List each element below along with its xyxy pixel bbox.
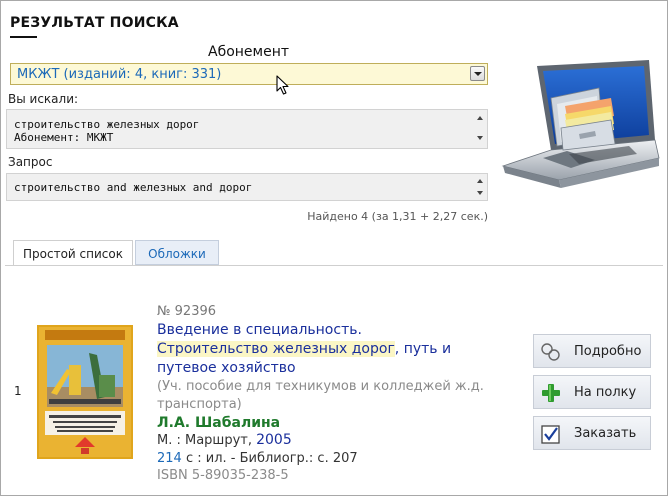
- record-title-line-3: путевое хозяйство: [157, 360, 296, 376]
- record-title[interactable]: Введение в специальность. Строительство …: [157, 321, 507, 378]
- laptop-catalog-icon: [501, 60, 660, 188]
- checkbox-icon: [541, 425, 560, 444]
- tab-simple-list[interactable]: Простой список: [13, 240, 133, 266]
- record-number: № 92396: [157, 304, 217, 319]
- tab-divider: [5, 265, 663, 266]
- page-title: РЕЗУЛЬТАТ ПОИСКА: [10, 15, 179, 31]
- book-cover-image[interactable]: [37, 325, 133, 459]
- record-title-highlight: Строительство железных дорог: [157, 341, 395, 357]
- record-isbn: ISBN 5-89035-238-5: [157, 468, 289, 483]
- scroll-down-icon[interactable]: [477, 136, 483, 140]
- cursor-icon: [276, 75, 289, 95]
- record-publisher: М. : Маршрут, 2005: [157, 431, 292, 450]
- details-button[interactable]: Подробно: [533, 334, 651, 368]
- record-note-line-1: (Уч. пособие для техникумов и колледжей …: [157, 379, 484, 394]
- scroll-up-icon[interactable]: [477, 179, 483, 183]
- query-label: Запрос: [8, 155, 53, 169]
- subscription-label: Абонемент: [208, 44, 290, 60]
- query-textbox[interactable]: строительство and железных and дорог: [6, 173, 488, 201]
- scroll-down-icon[interactable]: [477, 191, 483, 195]
- chevron-down-icon[interactable]: [470, 66, 485, 81]
- record-title-line-1: Введение в специальность.: [157, 322, 362, 338]
- query-text: строительство and железных and дорог: [14, 181, 253, 194]
- record-note-line-2: транспорта): [157, 397, 242, 412]
- glasses-icon: [541, 343, 560, 361]
- found-count: Найдено 4 (за 1,31 + 2,27 сек.): [307, 210, 488, 223]
- result-index: 1: [14, 384, 22, 398]
- details-button-label: Подробно: [574, 344, 642, 359]
- order-button-label: Заказать: [574, 426, 637, 441]
- searched-textbox[interactable]: строительство железных дорог Абонемент: …: [6, 109, 488, 149]
- subscription-select[interactable]: МКЖТ (изданий: 4, книг: 331): [10, 63, 488, 85]
- record-publisher-text: М. : Маршрут,: [157, 433, 257, 448]
- tab-covers[interactable]: Обложки: [135, 240, 219, 265]
- add-to-shelf-label: На полку: [574, 385, 637, 400]
- record-title-rest: , путь и: [394, 341, 452, 357]
- searched-line-1: строительство железных дорог: [14, 118, 200, 131]
- record-year[interactable]: 2005: [256, 432, 292, 448]
- record-note: (Уч. пособие для техникумов и колледжей …: [157, 378, 517, 414]
- title-underline: [10, 36, 37, 38]
- scroll-up-icon[interactable]: [477, 116, 483, 120]
- add-to-shelf-button[interactable]: На полку: [533, 375, 651, 409]
- searched-label: Вы искали:: [8, 92, 79, 106]
- order-button[interactable]: Заказать: [533, 416, 651, 450]
- record-pages-rest: с : ил. - Библиогр.: с. 207: [181, 451, 358, 466]
- plus-icon: [542, 384, 560, 402]
- searched-line-2: Абонемент: МКЖТ: [14, 131, 114, 144]
- record-page-count[interactable]: 214: [157, 451, 182, 466]
- subscription-selected-value: МКЖТ (изданий: 4, книг: 331): [17, 67, 222, 82]
